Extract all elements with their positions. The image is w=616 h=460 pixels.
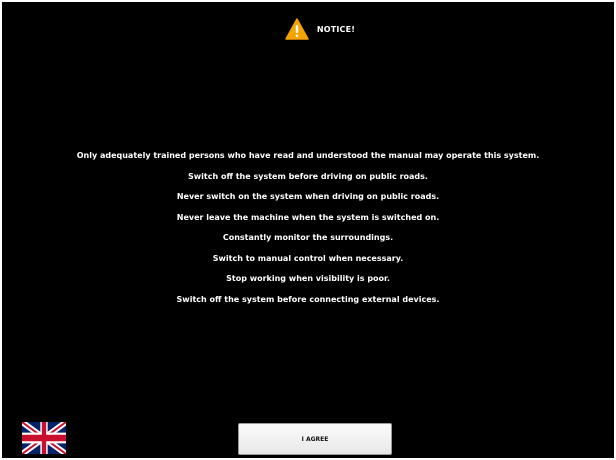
uk-flag-icon[interactable]	[22, 422, 66, 454]
notice-line: Never leave the machine when the system …	[176, 212, 440, 222]
notice-list: Only adequately trained persons who have…	[2, 150, 614, 314]
notice-line: Switch off the system before connecting …	[176, 294, 440, 304]
warning-icon	[285, 18, 309, 40]
notice-line: Never switch on the system when driving …	[176, 192, 440, 201]
agree-button[interactable]: I AGREE	[238, 423, 392, 455]
notice-screen: NOTICE! Only adequately trained persons …	[2, 2, 614, 458]
notice-line: Switch off the system before driving on …	[188, 171, 428, 181]
notice-line: Constantly monitor the surroundings.	[222, 233, 394, 242]
notice-title: NOTICE!	[316, 24, 356, 34]
notice-line: Switch to manual control when necessary.	[212, 253, 404, 263]
notice-header: NOTICE!	[2, 16, 614, 42]
notice-line: Only adequately trained persons who have…	[76, 151, 540, 160]
notice-line: Stop working when visibility is poor.	[226, 274, 390, 283]
